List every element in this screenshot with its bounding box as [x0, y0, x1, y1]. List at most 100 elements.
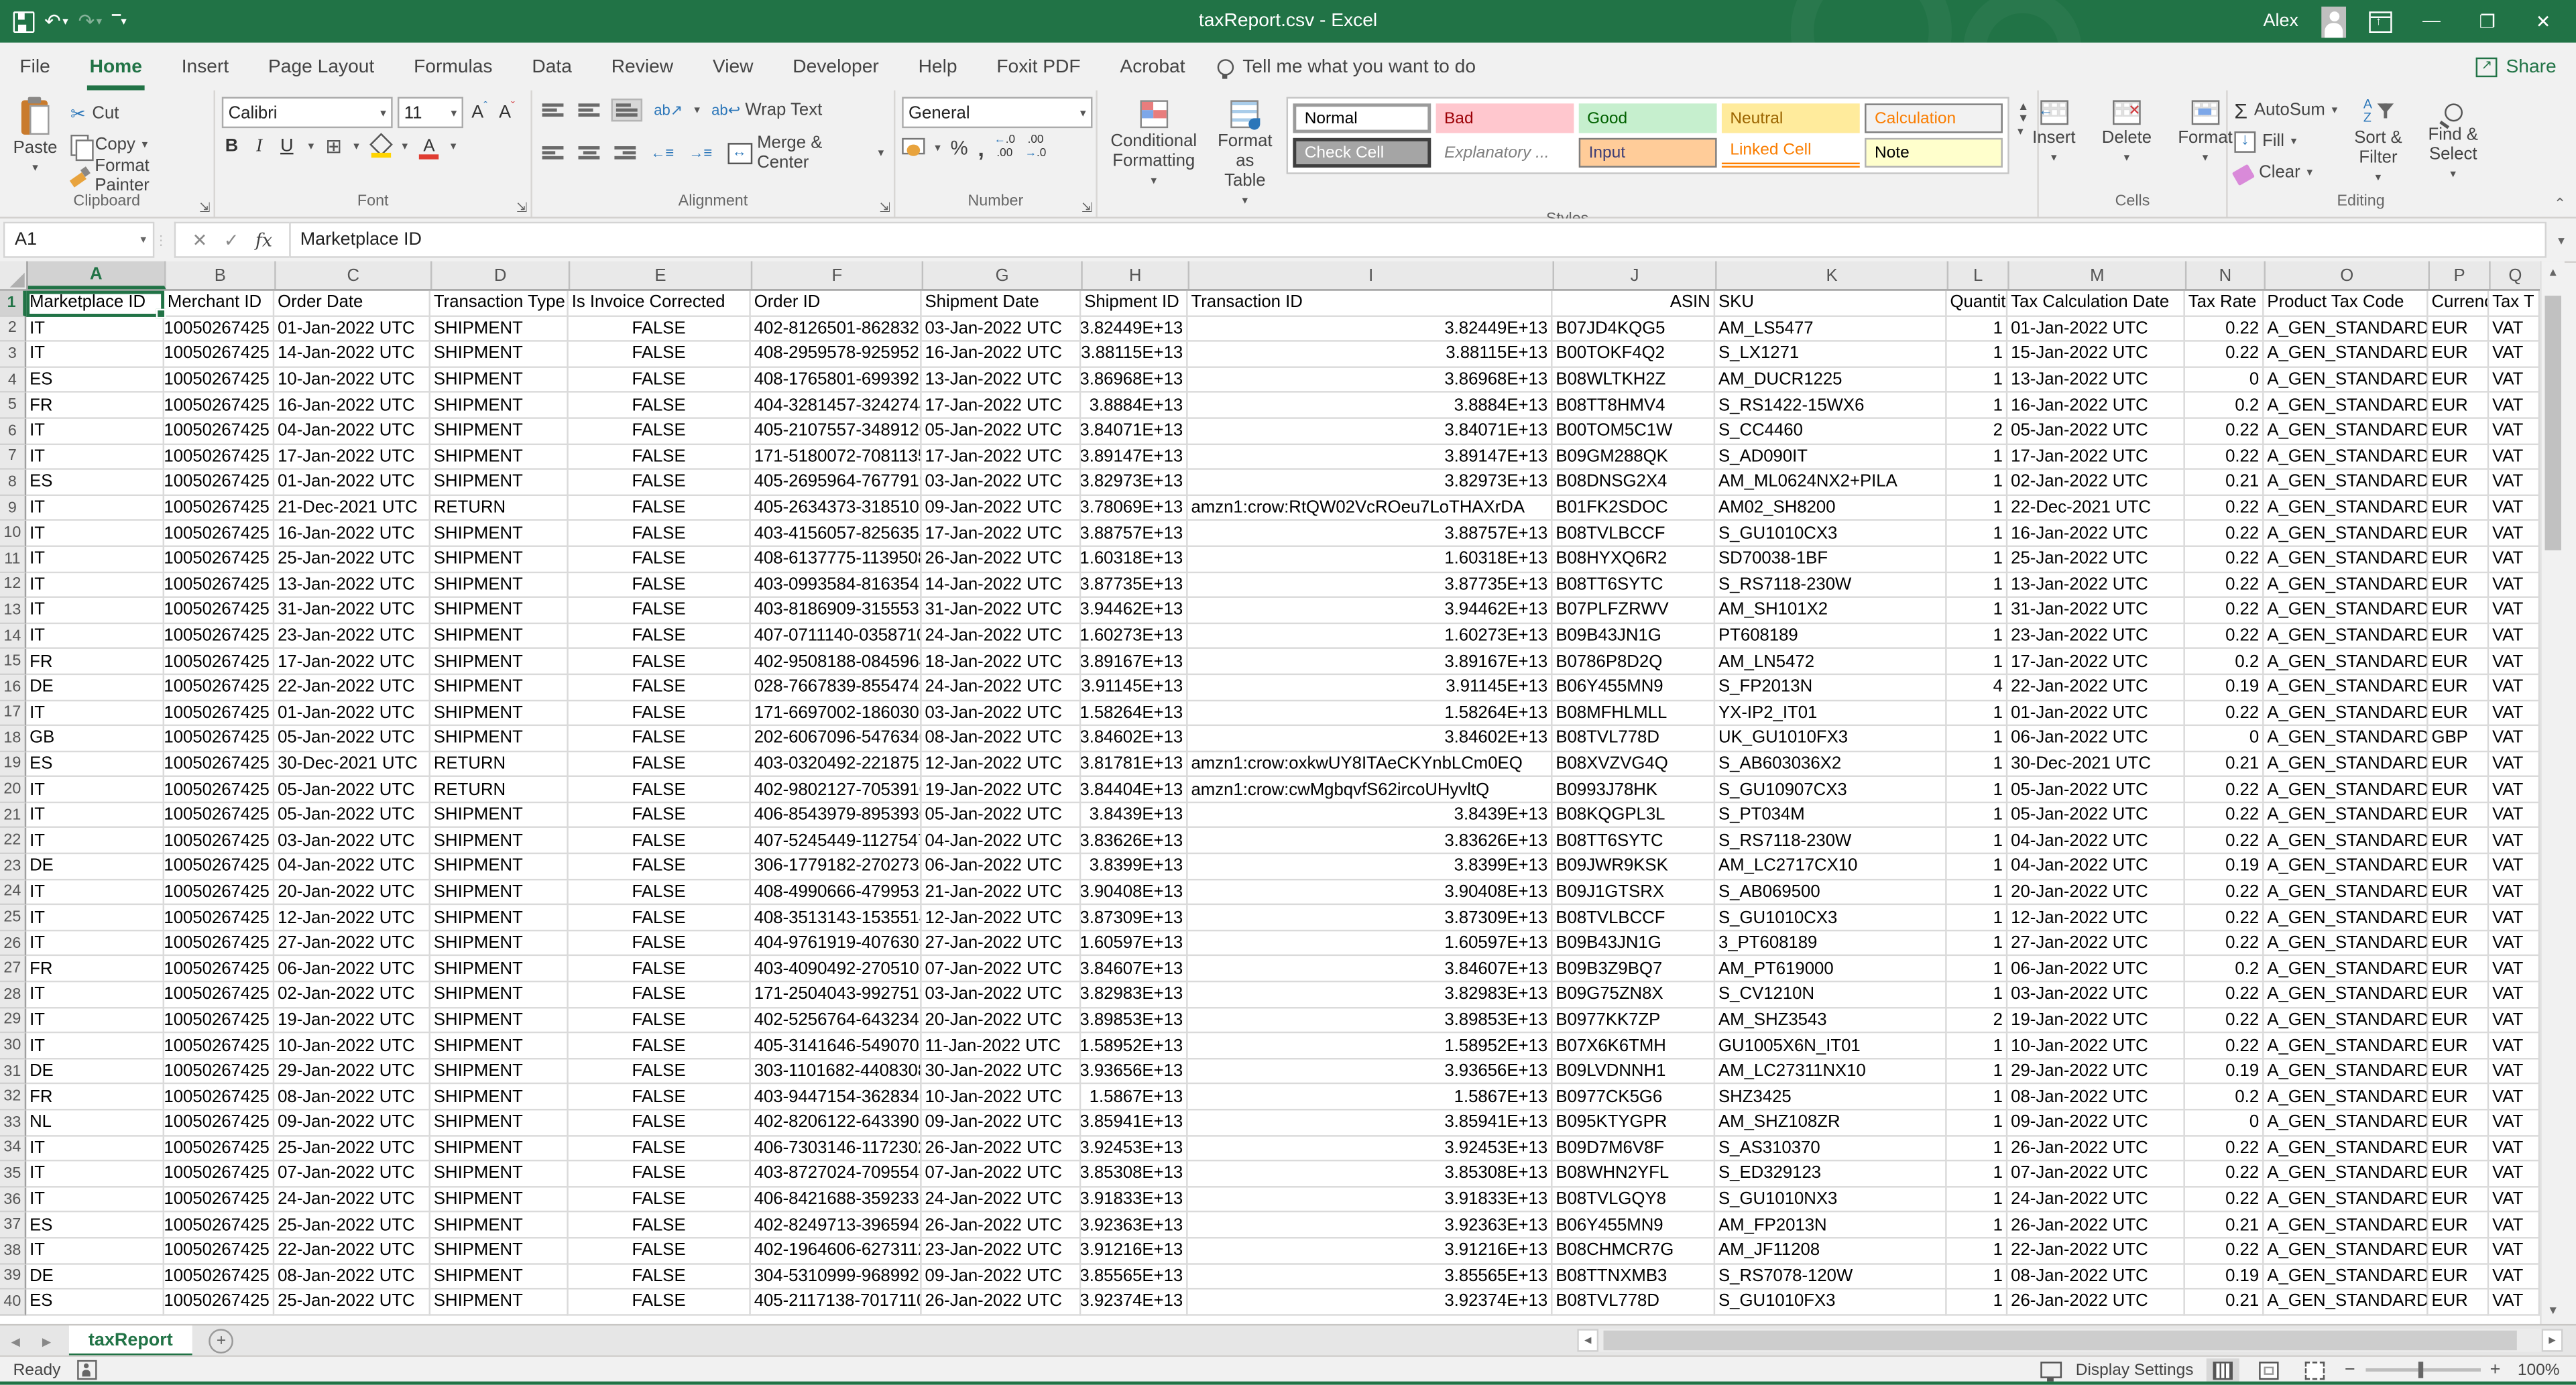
row-header-9[interactable]: 9: [0, 495, 26, 521]
cell-B37[interactable]: 10050267425: [164, 1213, 274, 1238]
cell-H25[interactable]: 3.87309E+13: [1081, 906, 1187, 931]
decrease-indent-button[interactable]: ←≡: [647, 141, 677, 164]
cell-Q30[interactable]: VAT: [2489, 1034, 2540, 1059]
column-header-A[interactable]: A: [28, 261, 166, 290]
tab-review[interactable]: Review: [591, 43, 693, 91]
cell-M5[interactable]: 16-Jan-2022 UTC: [2007, 394, 2185, 419]
cell-A15[interactable]: FR: [26, 650, 164, 675]
cell-D7[interactable]: SHIPMENT: [430, 444, 569, 470]
cell-B40[interactable]: 10050267425: [164, 1290, 274, 1315]
cell-N31[interactable]: 0.19: [2185, 1059, 2264, 1085]
cell-D21[interactable]: SHIPMENT: [430, 803, 569, 829]
select-all-corner[interactable]: [0, 261, 28, 290]
row-header-13[interactable]: 13: [0, 598, 26, 623]
cell-E36[interactable]: FALSE: [569, 1187, 751, 1213]
insert-cells-button[interactable]: Insert▾: [2026, 97, 2082, 168]
cell-G30[interactable]: 11-Jan-2022 UTC: [922, 1034, 1081, 1059]
cell-H24[interactable]: 3.90408E+13: [1081, 880, 1187, 906]
cell-E16[interactable]: FALSE: [569, 675, 751, 701]
cell-style-good[interactable]: Good: [1579, 103, 1717, 133]
cell-K26[interactable]: 3_PT608189: [1715, 931, 1946, 957]
cell-E3[interactable]: FALSE: [569, 342, 751, 367]
cell-G37[interactable]: 26-Jan-2022 UTC: [922, 1213, 1081, 1238]
cell-M10[interactable]: 16-Jan-2022 UTC: [2007, 522, 2185, 547]
cell-L24[interactable]: 1: [1947, 880, 2008, 906]
cell-N34[interactable]: 0.22: [2185, 1136, 2264, 1162]
cell-C10[interactable]: 16-Jan-2022 UTC: [274, 522, 430, 547]
cell-Q33[interactable]: VAT: [2489, 1110, 2540, 1136]
cell-J34[interactable]: B09D7M6V8F: [1553, 1136, 1716, 1162]
cell-B10[interactable]: 10050267425: [164, 522, 274, 547]
scroll-right-icon[interactable]: ►: [2542, 1329, 2563, 1351]
cell-style-input[interactable]: Input: [1579, 138, 1717, 168]
cell-J17[interactable]: B08MFHLMLL: [1553, 701, 1716, 726]
row-header-38[interactable]: 38: [0, 1238, 26, 1264]
cell-M39[interactable]: 08-Jan-2022 UTC: [2007, 1264, 2185, 1290]
zoom-out-button[interactable]: −: [2345, 1360, 2355, 1380]
cell-O36[interactable]: A_GEN_STANDARD: [2264, 1187, 2428, 1213]
cell-I1[interactable]: Transaction ID: [1188, 291, 1553, 316]
cell-I35[interactable]: 3.85308E+13: [1188, 1162, 1553, 1187]
cell-I39[interactable]: 3.85565E+13: [1188, 1264, 1553, 1290]
cell-B13[interactable]: 10050267425: [164, 598, 274, 623]
cell-H12[interactable]: 3.87735E+13: [1081, 573, 1187, 598]
cell-J19[interactable]: B08XVZVG4Q: [1553, 751, 1716, 777]
cell-H22[interactable]: 3.83626E+13: [1081, 829, 1187, 854]
cell-C7[interactable]: 17-Jan-2022 UTC: [274, 444, 430, 470]
cell-D34[interactable]: SHIPMENT: [430, 1136, 569, 1162]
vertical-scroll-thumb[interactable]: [2545, 296, 2562, 550]
cell-Q20[interactable]: VAT: [2489, 778, 2540, 803]
orientation-button[interactable]: ab↗: [650, 98, 686, 123]
cell-E28[interactable]: FALSE: [569, 982, 751, 1008]
cell-A28[interactable]: IT: [26, 982, 164, 1008]
tell-me-box[interactable]: Tell me what you want to do: [1218, 57, 1476, 76]
cell-E29[interactable]: FALSE: [569, 1008, 751, 1034]
cell-O24[interactable]: A_GEN_STANDARD: [2264, 880, 2428, 906]
cell-I32[interactable]: 1.5867E+13: [1188, 1085, 1553, 1110]
cell-O32[interactable]: A_GEN_STANDARD: [2264, 1085, 2428, 1110]
cell-N17[interactable]: 0.22: [2185, 701, 2264, 726]
cell-E8[interactable]: FALSE: [569, 470, 751, 495]
cell-P40[interactable]: EUR: [2428, 1290, 2490, 1315]
cell-G39[interactable]: 09-Jan-2022 UTC: [922, 1264, 1081, 1290]
cell-E17[interactable]: FALSE: [569, 701, 751, 726]
cell-C32[interactable]: 08-Jan-2022 UTC: [274, 1085, 430, 1110]
cell-M16[interactable]: 22-Jan-2022 UTC: [2007, 675, 2185, 701]
row-header-36[interactable]: 36: [0, 1187, 26, 1213]
cell-G33[interactable]: 09-Jan-2022 UTC: [922, 1110, 1081, 1136]
cell-N11[interactable]: 0.22: [2185, 547, 2264, 573]
cell-I19[interactable]: amzn1:crow:oxkwUY8ITAeCKYnbLCm0EQ: [1188, 751, 1553, 777]
cell-K22[interactable]: S_RS7118-230W: [1715, 829, 1946, 854]
cell-E2[interactable]: FALSE: [569, 316, 751, 342]
cell-G20[interactable]: 19-Jan-2022 UTC: [922, 778, 1081, 803]
cell-O12[interactable]: A_GEN_STANDARD: [2264, 573, 2428, 598]
cell-M2[interactable]: 01-Jan-2022 UTC: [2007, 316, 2185, 342]
cell-D17[interactable]: SHIPMENT: [430, 701, 569, 726]
cell-P25[interactable]: EUR: [2428, 906, 2490, 931]
cell-A32[interactable]: FR: [26, 1085, 164, 1110]
cell-K3[interactable]: S_LX1271: [1715, 342, 1946, 367]
underline-button[interactable]: U: [277, 136, 296, 156]
cell-N15[interactable]: 0.2: [2185, 650, 2264, 675]
cell-J29[interactable]: B0977KK7ZP: [1553, 1008, 1716, 1034]
cell-L37[interactable]: 1: [1947, 1213, 2008, 1238]
cell-D15[interactable]: SHIPMENT: [430, 650, 569, 675]
cell-J31[interactable]: B09LVDNNH1: [1553, 1059, 1716, 1085]
cell-P29[interactable]: EUR: [2428, 1008, 2490, 1034]
cell-D14[interactable]: SHIPMENT: [430, 623, 569, 649]
middle-align-button[interactable]: [575, 101, 603, 119]
cell-G25[interactable]: 12-Jan-2022 UTC: [922, 906, 1081, 931]
tab-home[interactable]: Home: [70, 43, 162, 91]
row-header-24[interactable]: 24: [0, 880, 26, 906]
cell-H23[interactable]: 3.8399E+13: [1081, 854, 1187, 880]
cell-H1[interactable]: Shipment ID: [1081, 291, 1187, 316]
cell-L32[interactable]: 1: [1947, 1085, 2008, 1110]
cell-F31[interactable]: 303-1101682-4408308: [751, 1059, 922, 1085]
cell-H26[interactable]: 1.60597E+13: [1081, 931, 1187, 957]
cell-P33[interactable]: EUR: [2428, 1110, 2490, 1136]
cell-A18[interactable]: GB: [26, 726, 164, 751]
cell-M14[interactable]: 23-Jan-2022 UTC: [2007, 623, 2185, 649]
scroll-down-icon[interactable]: ▼: [2542, 1299, 2565, 1324]
tab-foxit-pdf[interactable]: Foxit PDF: [977, 43, 1100, 91]
cell-L11[interactable]: 1: [1947, 547, 2008, 573]
